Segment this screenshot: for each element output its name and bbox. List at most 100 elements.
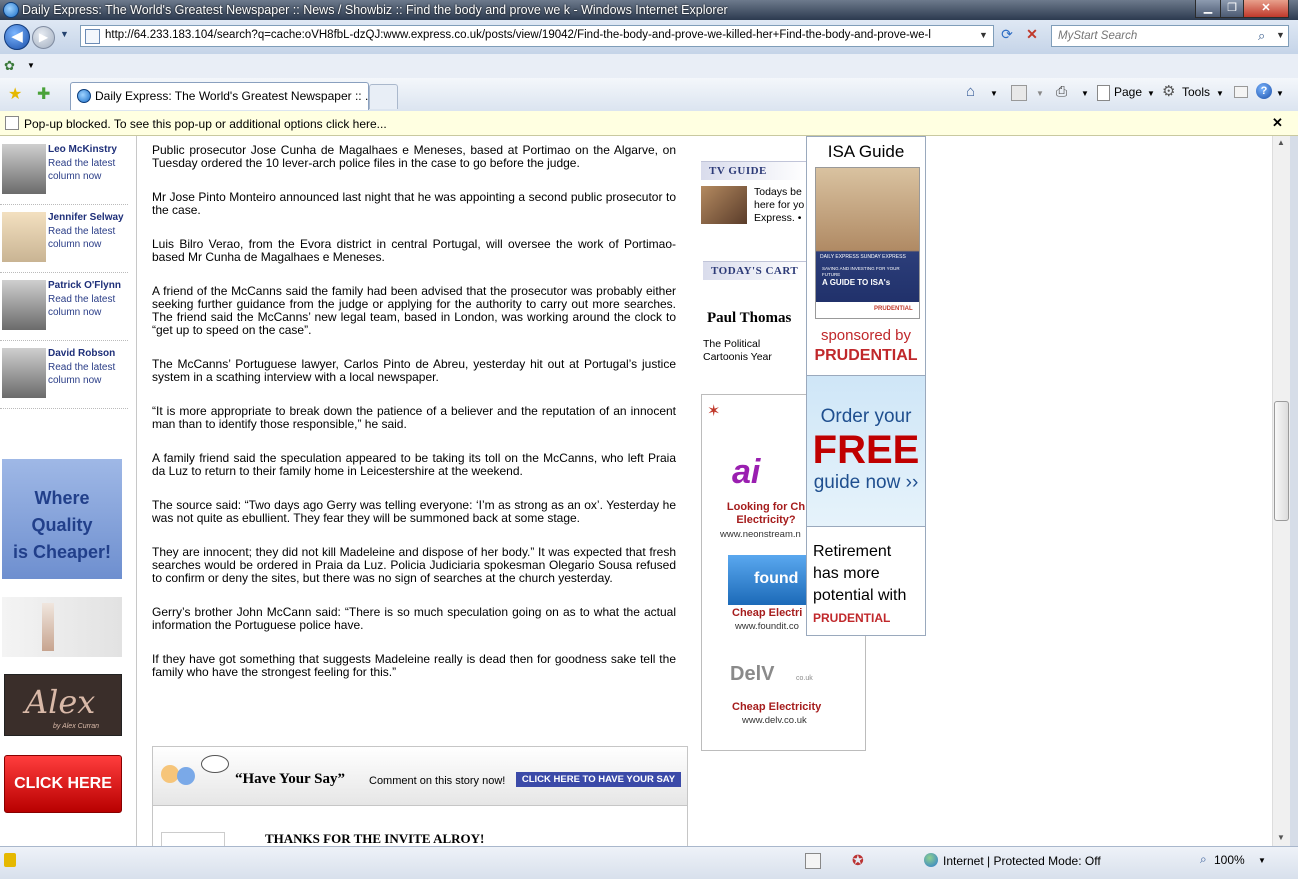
have-your-say-button[interactable]: CLICK HERE TO HAVE YOUR SAY (516, 772, 681, 787)
zoom-level[interactable]: 100% (1214, 853, 1245, 867)
article-paragraph: If they have got something that suggests… (152, 652, 676, 679)
cartoon-caption[interactable]: The Political Cartoonis Year (703, 338, 807, 364)
popup-blocked-icon (5, 116, 19, 130)
ad-url[interactable]: www.foundit.co (735, 621, 799, 632)
internet-globe-icon (924, 853, 938, 867)
page-dropdown-icon[interactable]: ▼ (1147, 89, 1155, 98)
columnist-link[interactable]: Read the latest column now (48, 293, 126, 319)
article-paragraph: Mr Jose Pinto Monteiro announced last ni… (152, 190, 676, 217)
address-bar[interactable]: http://64.233.183.104/search?q=cache:oVH… (80, 25, 994, 47)
scroll-down-arrow-icon[interactable]: ▼ (1277, 833, 1285, 842)
columnist-name[interactable]: David Robson (48, 348, 115, 359)
tv-guide-text[interactable]: Todays be here for yo Express. • (754, 186, 806, 225)
back-button[interactable]: ◀ (4, 24, 30, 50)
click-here-button[interactable]: CLICK HERE (4, 755, 122, 813)
scroll-up-arrow-icon[interactable]: ▲ (1277, 138, 1285, 147)
tab-daily-express[interactable]: Daily Express: The World's Greatest News… (70, 82, 375, 110)
address-dropdown-icon[interactable]: ▼ (979, 30, 988, 40)
comments-section: THANKS FOR THE INVITE ALROY! (152, 804, 688, 846)
feeds-dropdown-icon[interactable]: ▼ (1036, 89, 1044, 98)
columnist-photo (2, 144, 46, 194)
quality-ad-line: Quality (31, 515, 93, 535)
research-icon[interactable] (1234, 86, 1248, 98)
stop-icon[interactable]: ✕ (1021, 26, 1043, 44)
search-box[interactable]: ⌕ ▼ (1051, 25, 1289, 47)
popup-blocked-bar[interactable]: Pop-up blocked. To see this pop-up or ad… (0, 111, 1298, 136)
ad-title[interactable]: Cheap Electri (732, 607, 802, 619)
popup-close-icon[interactable]: ✕ (1272, 115, 1283, 131)
maximize-button[interactable]: ❐ (1220, 0, 1244, 18)
tools-menu[interactable]: Tools (1182, 85, 1210, 99)
columnist-item[interactable]: Patrick O'Flynn Read the latest column n… (0, 274, 128, 341)
tab-ie-icon (77, 89, 91, 103)
columnist-name[interactable]: Leo McKinstry (48, 144, 117, 155)
addon-dropdown-icon[interactable]: ▼ (27, 61, 35, 70)
page-menu[interactable]: Page (1114, 85, 1142, 99)
address-url: http://64.233.183.104/search?q=cache:oVH… (105, 29, 931, 41)
search-input[interactable] (1056, 29, 1250, 43)
search-icon[interactable]: ⌕ (1258, 28, 1265, 44)
columnist-photo (2, 348, 46, 398)
status-bar: ✪ Internet | Protected Mode: Off ⌕ 100% … (0, 846, 1298, 879)
help-dropdown-icon[interactable]: ▼ (1276, 89, 1284, 98)
popup-message[interactable]: Pop-up blocked. To see this pop-up or ad… (24, 117, 387, 131)
print-dropdown-icon[interactable]: ▼ (1081, 89, 1089, 98)
home-dropdown-icon[interactable]: ▼ (990, 89, 998, 98)
cover-footer: PRUDENTIAL (816, 302, 919, 318)
alex-ad[interactable]: Alex by Alex Curran (4, 674, 122, 736)
ad-url[interactable]: www.neonstream.n (720, 529, 801, 540)
neonstream-logo[interactable]: ai (732, 453, 760, 492)
alex-subtitle: by Alex Curran (53, 723, 100, 730)
columnist-item[interactable]: David Robson Read the latest column now (0, 342, 128, 409)
window-title: Daily Express: The World's Greatest News… (22, 3, 728, 17)
favorites-star-icon[interactable]: ★ (8, 84, 22, 104)
delv-logo[interactable]: DelV (730, 663, 774, 686)
columnist-name[interactable]: Patrick O'Flynn (48, 280, 121, 291)
columnist-link[interactable]: Read the latest column now (48, 157, 126, 183)
ad-title[interactable]: Looking for Ch Electricity? (726, 501, 806, 527)
ie-addon-icon[interactable]: ✿ (4, 58, 15, 74)
cosmetics-ad[interactable] (2, 597, 122, 657)
search-dropdown-icon[interactable]: ▼ (1276, 30, 1285, 40)
comment-text: THANKS FOR THE INVITE ALROY! (265, 831, 485, 846)
tv-guide-thumbnail[interactable] (701, 186, 747, 224)
scrollbar-thumb[interactable] (1274, 401, 1289, 521)
columnist-link[interactable]: Read the latest column now (48, 225, 126, 251)
minimize-button[interactable]: ▁ (1195, 0, 1221, 18)
feeds-icon[interactable] (1011, 85, 1027, 101)
add-favorites-icon[interactable]: ✚ (37, 84, 50, 104)
refresh-icon[interactable]: ⟳ (996, 26, 1018, 44)
ad-title[interactable]: Cheap Electricity (732, 701, 821, 713)
columnist-link[interactable]: Read the latest column now (48, 361, 126, 387)
forward-button[interactable]: ▶ (32, 26, 55, 49)
retirement-line: has more (813, 565, 880, 582)
foundit-logo[interactable]: found (728, 555, 806, 605)
free-guide-panel[interactable]: Order your FREE guide now ›› (807, 375, 925, 527)
quality-ad[interactable]: Where Quality is Cheaper! (2, 459, 122, 579)
home-icon[interactable]: ⌂ (966, 83, 975, 100)
cartoonist-name[interactable]: Paul Thomas (707, 310, 791, 327)
security-zone[interactable]: Internet | Protected Mode: Off (943, 854, 1101, 868)
zoom-dropdown-icon[interactable]: ▼ (1258, 856, 1266, 865)
columnist-item[interactable]: Jennifer Selway Read the latest column n… (0, 206, 128, 273)
popup-status-icon[interactable] (805, 853, 821, 869)
article-paragraph: A friend of the McCanns said the family … (152, 284, 676, 337)
privacy-icon[interactable]: ✪ (852, 852, 864, 869)
ad-url[interactable]: www.delv.co.uk (742, 715, 807, 726)
help-icon[interactable]: ? (1256, 83, 1272, 99)
forward-arrow-icon: ▶ (38, 30, 49, 44)
columnist-name[interactable]: Jennifer Selway (48, 212, 124, 223)
close-window-button[interactable]: ✕ (1243, 0, 1289, 18)
new-tab-button[interactable] (369, 84, 398, 109)
zoom-icon: ⌕ (1200, 852, 1207, 866)
columnist-item[interactable]: Leo McKinstry Read the latest column now (0, 138, 128, 205)
article-paragraph: They are innocent; they did not kill Mad… (152, 545, 676, 585)
history-dropdown-icon[interactable]: ▼ (60, 29, 69, 39)
have-your-say-title: “Have Your Say” (235, 771, 346, 787)
article-paragraph: Gerry’s brother John McCann said: “There… (152, 605, 676, 632)
retirement-brand: PRUDENTIAL (813, 611, 891, 625)
tv-guide-header: TV GUIDE (701, 161, 807, 180)
prudential-floating-ad[interactable]: ISA Guide DAILY EXPRESS SUNDAY EXPRESS S… (806, 136, 926, 636)
print-icon[interactable]: ⎙ (1056, 83, 1067, 100)
tools-dropdown-icon[interactable]: ▼ (1216, 89, 1224, 98)
